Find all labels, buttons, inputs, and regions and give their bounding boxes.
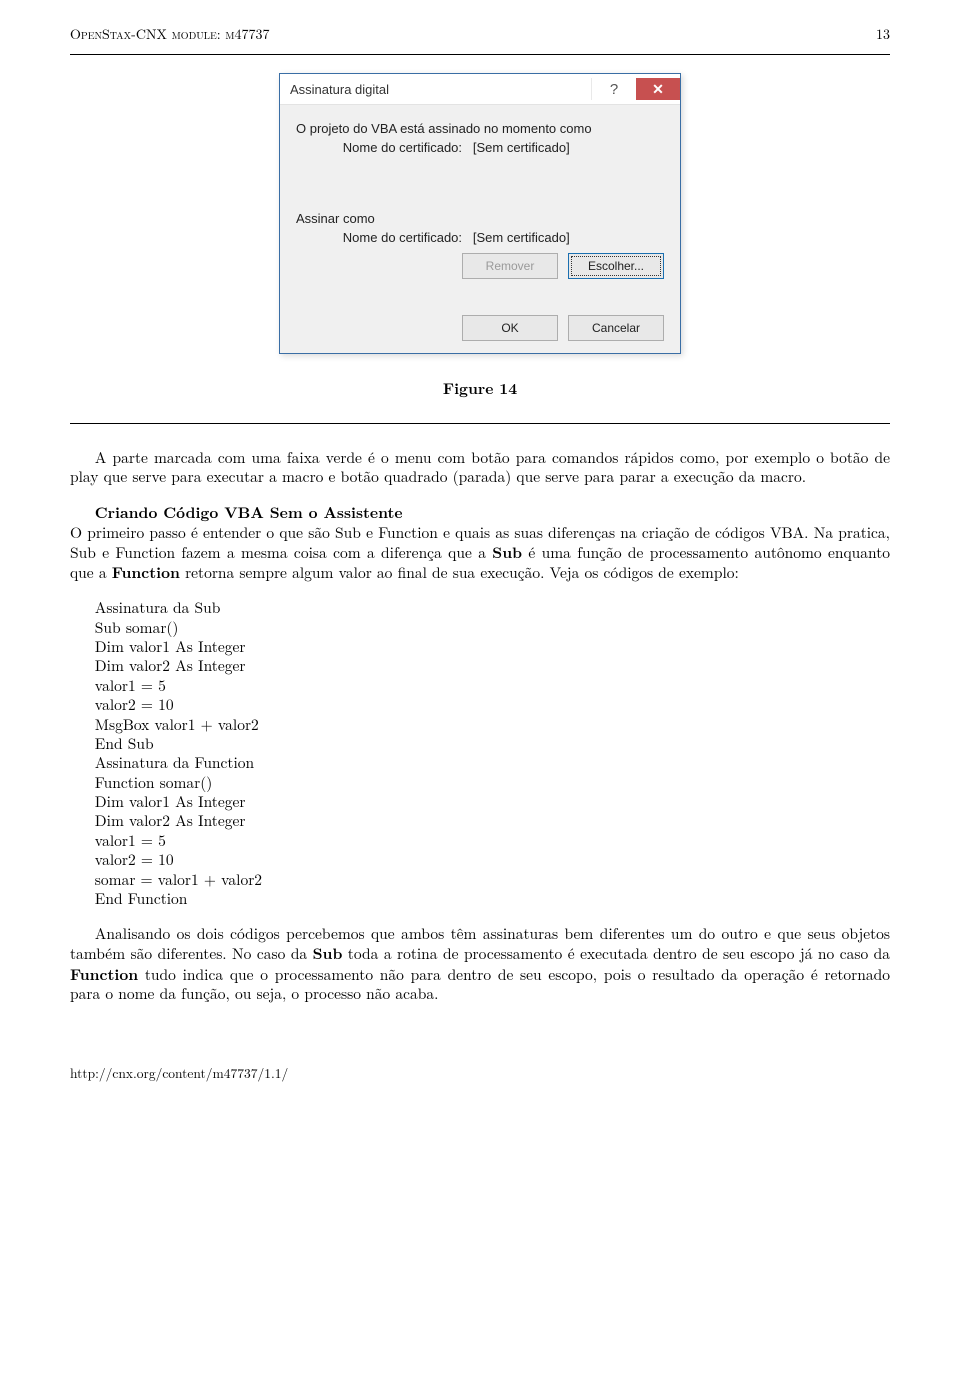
page-number: 13: [876, 24, 890, 44]
sub-bold-2: Sub: [313, 941, 343, 964]
figure-label: Figure 14: [443, 376, 517, 399]
code-func-l3: Dim valor2 As Integer: [70, 811, 890, 830]
remove-button[interactable]: Remover: [462, 253, 558, 279]
ok-button[interactable]: OK: [462, 315, 558, 341]
sign-as-cert-value: [Sem certificado]: [473, 230, 570, 245]
code-sub-l3: Dim valor2 As Integer: [70, 656, 890, 675]
cert-label: Nome do certificado:: [343, 230, 462, 245]
code-block-sub-title: Assinatura da Sub: [70, 598, 890, 617]
code-func-l1: Function somar(): [70, 773, 890, 792]
code-sub-l7: End Sub: [70, 734, 890, 753]
current-cert-value: [Sem certificado]: [473, 140, 570, 155]
dialog-titlebar: Assinatura digital ? ✕: [280, 74, 680, 105]
code-func-l6: somar = valor1 + valor2: [70, 870, 890, 889]
current-cert-row: Nome do certificado: [Sem certificado]: [292, 140, 668, 155]
digital-signature-dialog: Assinatura digital ? ✕ O projeto do VBA …: [279, 73, 681, 354]
sign-as-cert-row: Nome do certificado: [Sem certificado]: [292, 230, 668, 245]
p3-part-c: tudo indica que o processamento não para…: [70, 964, 890, 1004]
module-id: OpenStax-CNX module: m47737: [70, 24, 270, 44]
ok-cancel-row: OK Cancelar: [292, 315, 668, 341]
page-footer: http://cnx.org/content/m47737/1.1/: [70, 1063, 890, 1082]
code-func-l2: Dim valor1 As Integer: [70, 792, 890, 811]
p3-part-b: toda a rotina de processamento é executa…: [342, 943, 890, 964]
cert-label: Nome do certificado:: [343, 140, 462, 155]
code-sub-l6: MsgBox valor1 + valor2: [70, 715, 890, 734]
code-sub-l1: Sub somar(): [70, 618, 890, 637]
sign-as-section: Assinar como Nome do certificado: [Sem c…: [292, 211, 668, 279]
paragraph-2: Criando Código VBA Sem o Assistente O pr…: [70, 502, 890, 583]
figure-bottom-rule: [70, 423, 890, 424]
sign-as-caption: Assinar como: [292, 211, 668, 226]
code-block-func-title: Assinatura da Function: [70, 753, 890, 772]
figure-image: Assinatura digital ? ✕ O projeto do VBA …: [70, 73, 890, 399]
sub-bold: Sub: [492, 540, 522, 563]
dialog-title: Assinatura digital: [280, 82, 591, 97]
figure-top-rule: [70, 54, 890, 55]
help-icon[interactable]: ?: [591, 78, 636, 100]
code-func-l7: End Function: [70, 889, 890, 908]
body-text: A parte marcada com uma faixa verde é o …: [70, 448, 890, 1003]
signed-as-caption: O projeto do VBA está assinado no moment…: [292, 121, 668, 136]
footer-url: http://cnx.org/content/m47737/1.1/: [70, 1063, 288, 1082]
figure-caption: Figure 14: [70, 376, 890, 399]
code-sub-l2: Dim valor1 As Integer: [70, 637, 890, 656]
cancel-button[interactable]: Cancelar: [568, 315, 664, 341]
code-func-l5: valor2 = 10: [70, 850, 890, 869]
section-heading: Criando Código VBA Sem o Assistente: [95, 500, 403, 523]
code-sub-l4: valor1 = 5: [70, 676, 890, 695]
choose-button[interactable]: Escolher...: [568, 253, 664, 279]
dialog-body: O projeto do VBA está assinado no moment…: [280, 105, 680, 353]
function-bold-2: Function: [70, 962, 138, 985]
code-func-l4: valor1 = 5: [70, 831, 890, 850]
paragraph-3: Analisando os dois códigos percebemos qu…: [70, 924, 890, 1004]
choose-remove-row: Remover Escolher...: [292, 253, 668, 279]
current-signature-section: O projeto do VBA está assinado no moment…: [292, 121, 668, 155]
p2-part-c: retorna sempre algum valor ao final de s…: [180, 562, 739, 583]
close-icon[interactable]: ✕: [636, 78, 680, 100]
function-bold: Function: [112, 560, 180, 583]
code-sub-l5: valor2 = 10: [70, 695, 890, 714]
paragraph-1: A parte marcada com uma faixa verde é o …: [70, 448, 890, 487]
page-header: OpenStax-CNX module: m47737 13: [70, 24, 890, 44]
